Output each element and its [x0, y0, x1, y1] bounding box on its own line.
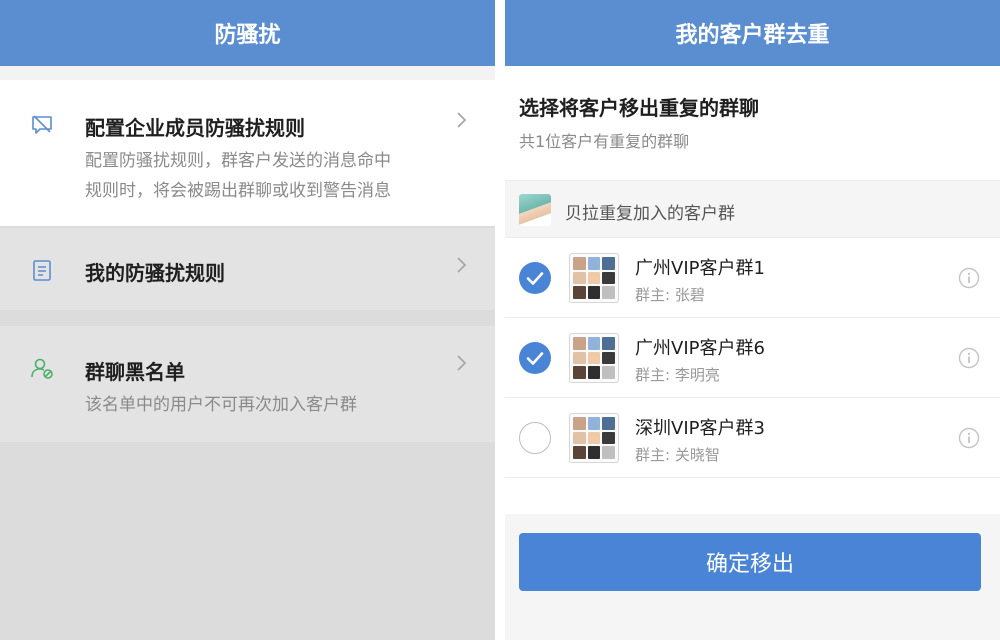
user-blocked-icon	[31, 358, 53, 379]
group-name: 深圳VIP客户群3	[635, 418, 765, 439]
group-owner: 群主: 关晓智	[635, 446, 720, 464]
group-name: 广州VIP客户群6	[635, 338, 765, 359]
divider	[0, 66, 495, 80]
checkbox-unchecked[interactable]	[519, 422, 551, 454]
checkmark-icon	[526, 352, 544, 365]
checkbox-checked[interactable]	[519, 262, 551, 294]
item-desc-line1: 配置防骚扰规则，群客户发送的消息命中	[85, 151, 391, 171]
info-icon[interactable]	[958, 267, 980, 289]
group-list: 广州VIP客户群1 群主: 张碧 广州VIP客户群6 群主: 李明亮 深圳VIP…	[505, 238, 1000, 514]
group-avatar	[569, 413, 619, 463]
chevron-right-icon	[457, 257, 467, 273]
configure-rules-item[interactable]: 配置企业成员防骚扰规则 配置防骚扰规则，群客户发送的消息命中 规则时，将会被踢出…	[0, 80, 495, 226]
item-desc: 该名单中的用户不可再次加入客户群	[85, 395, 357, 415]
checkbox-checked[interactable]	[519, 342, 551, 374]
item-desc-line2: 规则时，将会被踢出群聊或收到警告消息	[85, 181, 391, 201]
page-title: 我的客户群去重	[675, 23, 830, 48]
info-icon[interactable]	[958, 427, 980, 449]
item-title: 配置企业成员防骚扰规则	[85, 116, 305, 140]
group-owner: 群主: 张碧	[635, 286, 705, 304]
chevron-right-icon	[457, 112, 467, 128]
no-message-icon	[32, 115, 52, 134]
clipboard-icon	[33, 260, 51, 281]
nav-bar: 防骚扰	[0, 0, 495, 66]
section-subheading: 共1位客户有重复的群聊	[519, 132, 690, 151]
confirm-remove-button[interactable]: 确定移出	[519, 533, 981, 591]
customer-group-title: 贝拉重复加入的客户群	[565, 204, 735, 224]
section-heading: 选择将客户移出重复的群聊	[519, 96, 759, 120]
confirm-remove-label: 确定移出	[705, 552, 794, 577]
group-blacklist-item[interactable]: 群聊黑名单 该名单中的用户不可再次加入客户群	[0, 326, 495, 442]
nav-bar: 我的客户群去重	[505, 0, 1000, 66]
info-icon[interactable]	[958, 347, 980, 369]
customer-group-header: 贝拉重复加入的客户群	[505, 180, 1000, 238]
group-avatar	[569, 333, 619, 383]
group-owner: 群主: 李明亮	[635, 366, 720, 384]
group-item[interactable]: 深圳VIP客户群3 群主: 关晓智	[505, 398, 1000, 478]
checkmark-icon	[526, 272, 544, 285]
group-item[interactable]: 广州VIP客户群6 群主: 李明亮	[505, 318, 1000, 398]
item-title: 我的防骚扰规则	[85, 261, 225, 285]
chevron-right-icon	[457, 355, 467, 371]
group-name: 广州VIP客户群1	[635, 258, 765, 279]
customer-avatar	[519, 194, 551, 226]
group-avatar	[569, 253, 619, 303]
item-title: 群聊黑名单	[85, 360, 185, 384]
group-item[interactable]: 广州VIP客户群1 群主: 张碧	[505, 238, 1000, 318]
anti-harassment-screen: 防骚扰 配置企业成员防骚扰规则 配置防骚扰规则，群客户发送的消息命中 规则时，将…	[0, 0, 495, 640]
page-title: 防骚扰	[214, 23, 281, 48]
my-rules-item[interactable]: 我的防骚扰规则	[0, 228, 495, 310]
dedupe-groups-screen: 我的客户群去重 选择将客户移出重复的群聊 共1位客户有重复的群聊 贝拉重复加入的…	[505, 0, 1000, 640]
intro-section: 选择将客户移出重复的群聊 共1位客户有重复的群聊	[505, 66, 1000, 180]
